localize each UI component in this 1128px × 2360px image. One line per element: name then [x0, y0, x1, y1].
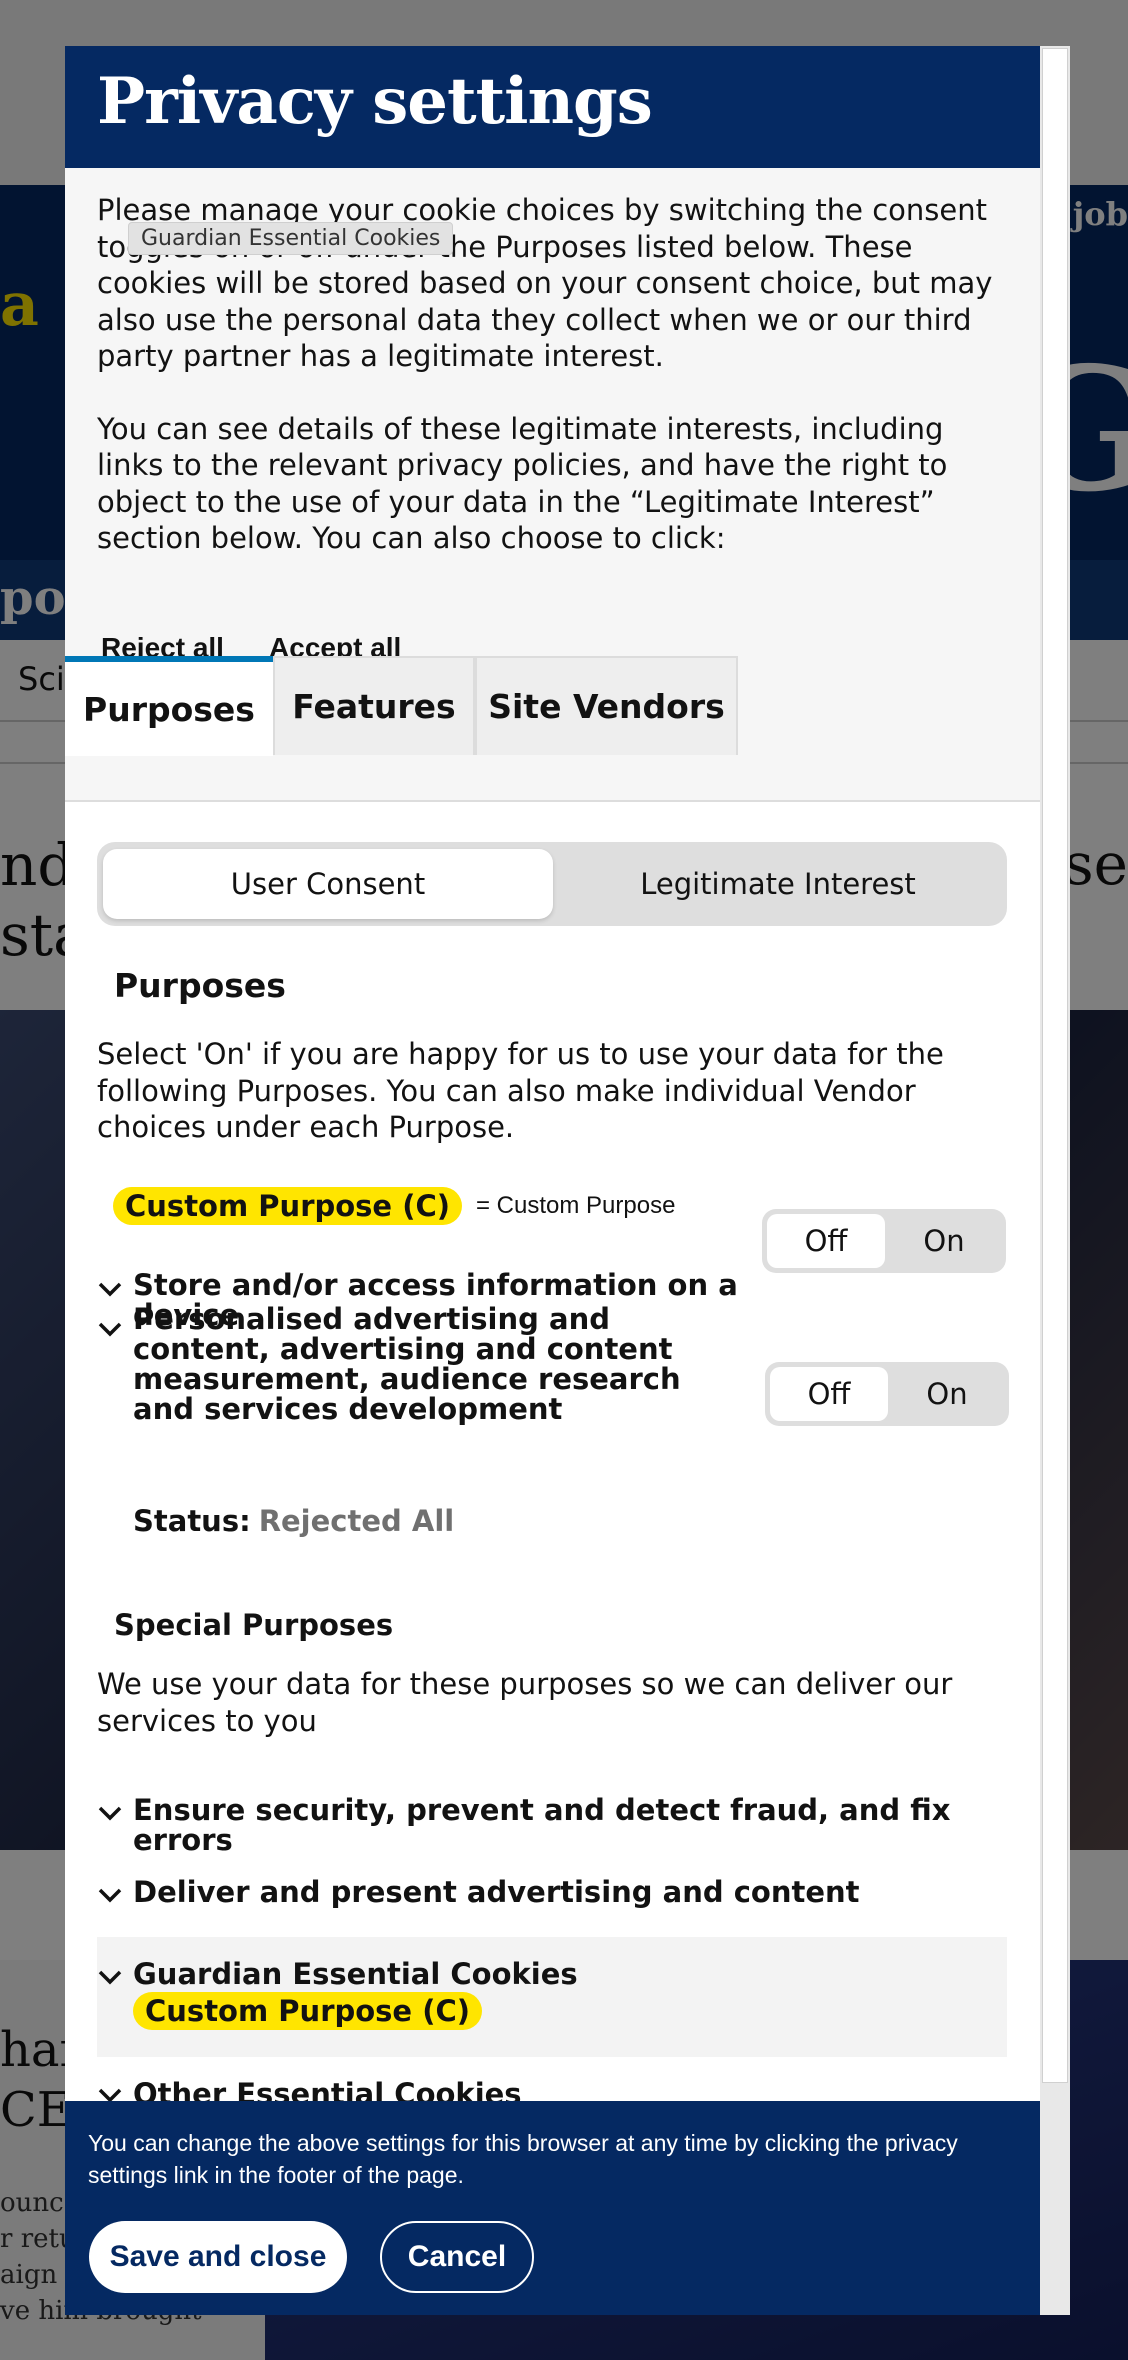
- guardian-essential-cookies-title[interactable]: Guardian Essential Cookies: [133, 1959, 1003, 1989]
- chevron-down-icon[interactable]: [97, 1804, 123, 1822]
- toggle-on-option[interactable]: On: [890, 1367, 1004, 1421]
- save-and-close-button[interactable]: Save and close: [89, 2221, 347, 2293]
- chevron-down-icon[interactable]: [97, 1968, 123, 1986]
- modal-footer: You can change the above settings for th…: [65, 2101, 1040, 2315]
- status-label: Status:: [133, 1504, 251, 1538]
- purposes-description: Select 'On' if you are happy for us to u…: [97, 1037, 944, 1144]
- purpose-personalised-advertising-toggle[interactable]: Off On: [765, 1362, 1009, 1426]
- modal-body: Privacy settings Please manage your cook…: [65, 46, 1040, 2315]
- consent-type-switch: User Consent Legitimate Interest: [97, 842, 1007, 926]
- modal-title: Privacy settings: [97, 64, 653, 139]
- legitimate-interest-segment[interactable]: Legitimate Interest: [553, 849, 1003, 919]
- chevron-down-icon[interactable]: [97, 1886, 123, 1904]
- purposes-heading: Purposes: [114, 966, 286, 1005]
- intro-paragraph-2: You can see details of these legitimate …: [97, 411, 948, 556]
- user-consent-segment[interactable]: User Consent: [103, 849, 553, 919]
- footer-note: You can change the above settings for th…: [88, 2130, 958, 2188]
- purpose-status: Status: Rejected All: [133, 1504, 454, 1538]
- custom-purpose-legend: Custom Purpose (C) = Custom Purpose: [113, 1187, 675, 1225]
- modal-header: Privacy settings: [65, 46, 1040, 168]
- custom-purpose-badge: Custom Purpose (C): [133, 1992, 482, 2030]
- special-purpose-security-title[interactable]: Ensure security, prevent and detect frau…: [133, 1795, 1003, 1855]
- status-value: Rejected All: [258, 1504, 455, 1538]
- tab-features[interactable]: Features: [273, 656, 475, 755]
- modal-scrollbar[interactable]: [1040, 46, 1070, 2315]
- toggle-off-option[interactable]: Off: [767, 1214, 885, 1268]
- chevron-down-icon[interactable]: [97, 1280, 123, 1298]
- purpose-store-access-toggle[interactable]: Off On: [762, 1209, 1006, 1273]
- custom-purpose-legend-text: = Custom Purpose: [476, 1192, 676, 1219]
- tab-site-vendors[interactable]: Site Vendors: [475, 656, 738, 755]
- custom-purpose-badge: Custom Purpose (C): [113, 1187, 462, 1225]
- privacy-settings-modal: Privacy settings Please manage your cook…: [65, 46, 1070, 2315]
- scrollbar-thumb[interactable]: [1042, 48, 1068, 2083]
- chevron-down-icon[interactable]: [97, 1320, 123, 1338]
- cancel-button[interactable]: Cancel: [380, 2221, 534, 2293]
- special-purposes-description: We use your data for these purposes so w…: [97, 1667, 953, 1738]
- tab-purposes[interactable]: Purposes: [65, 656, 273, 756]
- tooltip: Guardian Essential Cookies: [128, 222, 454, 255]
- purpose-personalised-advertising-title[interactable]: Personalised advertising and content, ad…: [133, 1304, 713, 1424]
- intro-paragraph-1: Please manage your cookie choices by swi…: [97, 193, 993, 373]
- toggle-off-option[interactable]: Off: [770, 1367, 888, 1421]
- toggle-on-option[interactable]: On: [887, 1214, 1001, 1268]
- special-purposes-heading: Special Purposes: [114, 1608, 394, 1642]
- special-purpose-deliver-ads-title[interactable]: Deliver and present advertising and cont…: [133, 1877, 1003, 1907]
